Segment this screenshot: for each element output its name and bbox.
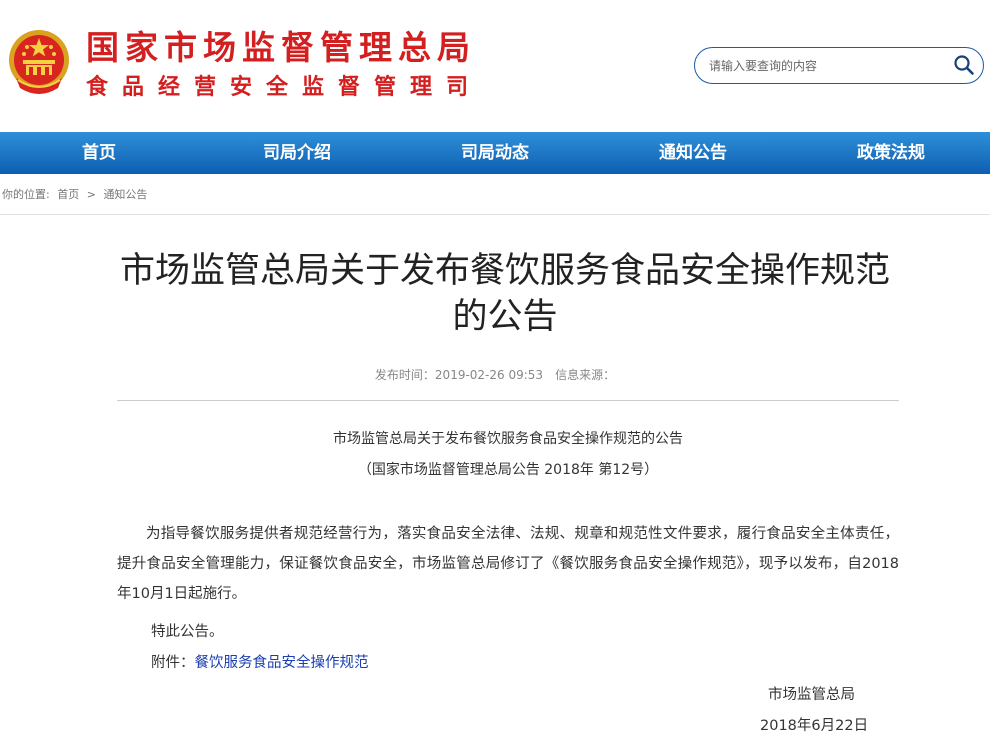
breadcrumb: 你的位置: 首页 > 通知公告 [2,186,151,202]
nav-item-bureau-news[interactable]: 司局动态 [396,132,594,174]
nav-item-home[interactable]: 首页 [0,132,198,174]
publish-time: 发布时间：2019-02-26 09:53 [374,368,544,382]
breadcrumb-home-link[interactable]: 首页 [57,188,79,201]
attachment-link[interactable]: 餐饮服务食品安全操作规范 [195,655,369,671]
info-source: 信息来源： [555,368,616,382]
main-nav: 首页 司局介绍 司局动态 通知公告 政策法规 [0,132,990,174]
article-paragraph: 为指导餐饮服务提供者规范经营行为，落实食品安全法律、法规、规章和规范性文件要求，… [117,526,899,602]
nav-item-policies[interactable]: 政策法规 [792,132,990,174]
attachment-line: 附件：餐饮服务食品安全操作规范 [151,651,369,672]
article-divider [117,400,899,401]
search-box [694,47,984,84]
breadcrumb-label: 你的位置: [2,188,50,201]
site-title: 国家市场监督管理总局 [86,28,476,67]
breadcrumb-separator: > [86,188,96,201]
breadcrumb-current-link[interactable]: 通知公告 [103,188,147,201]
doc-number: （国家市场监督管理总局公告 2018年 第12号） [357,462,659,478]
article-meta: 发布时间：2019-02-26 09:53 信息来源： [0,366,990,383]
nav-item-notices[interactable]: 通知公告 [594,132,792,174]
search-input[interactable] [707,55,941,77]
article-title: 市场监管总局关于发布餐饮服务食品安全操作规范的公告 [119,251,890,337]
signature-org: 市场监管总局 [768,687,855,703]
attachment-label: 附件： [151,655,195,671]
search-icon[interactable] [953,54,975,76]
header-divider [0,214,990,215]
site-header: 国家市场监督管理总局 食品经营安全监督管理司 [0,0,990,132]
article-notice: 特此公告。 [151,624,224,640]
nav-item-bureau-intro[interactable]: 司局介绍 [198,132,396,174]
signature-date: 2018年6月22日 [760,718,869,734]
national-emblem-icon [9,30,69,94]
site-subtitle: 食品经营安全监督管理司 [86,74,483,100]
doc-title: 市场监管总局关于发布餐饮服务食品安全操作规范的公告 [333,431,683,447]
